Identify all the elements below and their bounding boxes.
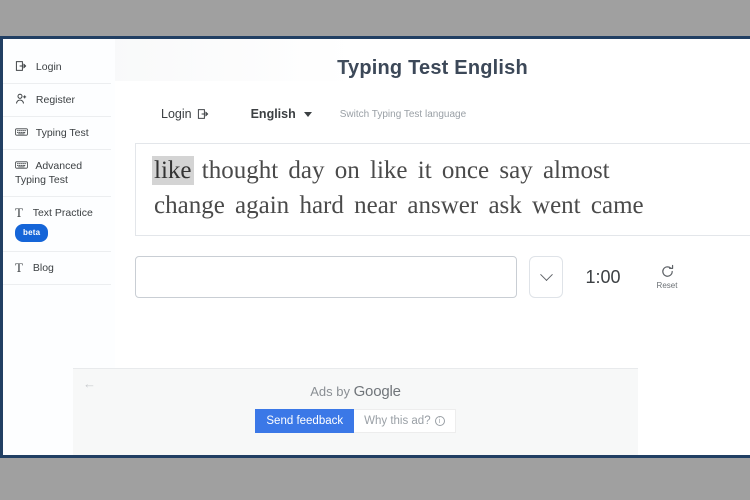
- reset-button-label: Reset: [656, 281, 678, 290]
- word: thought: [201, 157, 279, 184]
- ads-attribution-prefix: Ads by: [310, 384, 354, 399]
- sidebar-item-advanced-typing-test[interactable]: Advanced Typing Test: [3, 150, 111, 197]
- word: day: [288, 157, 325, 184]
- word: almost: [542, 157, 610, 184]
- person-plus-icon: [15, 93, 28, 105]
- sidebar-item-typing-test[interactable]: Typing Test: [3, 117, 111, 150]
- toolbar: Login English Switch Typing Test languag…: [115, 99, 750, 129]
- sidebar-item-label: Login: [35, 61, 62, 73]
- sidebar-item-blog[interactable]: T Blog: [3, 252, 111, 285]
- login-button[interactable]: Login: [151, 103, 229, 125]
- ad-back-arrow-icon[interactable]: ←: [83, 377, 96, 390]
- text-t-icon: T: [15, 260, 23, 275]
- text-t-icon: T: [15, 205, 23, 220]
- switch-language-hint: Switch Typing Test language: [339, 108, 467, 120]
- box-arrow-in-right-icon: [197, 108, 210, 120]
- word: ask: [488, 192, 522, 219]
- app-frame: Login Register Typing Test Advanced Typi…: [0, 36, 750, 458]
- box-arrow-in-right-icon: [15, 60, 28, 72]
- chevron-down-icon: [303, 111, 312, 117]
- word: answer: [407, 192, 479, 219]
- login-button-label: Login: [161, 107, 192, 121]
- sidebar-item-label: Blog: [32, 262, 54, 274]
- word-display-box[interactable]: like thought day on like it once say alm…: [135, 143, 750, 236]
- current-word: like: [152, 156, 194, 185]
- word: near: [354, 192, 398, 219]
- word: once: [441, 157, 490, 184]
- word: say: [499, 157, 533, 184]
- page-title: Typing Test English: [337, 57, 528, 79]
- word: came: [590, 192, 644, 219]
- sidebar-item-login[interactable]: Login: [3, 51, 111, 84]
- chevron-down-icon: [539, 267, 553, 281]
- word-line: change again hard near answer ask went c…: [152, 188, 735, 223]
- ad-buttons: Send feedback Why this ad? i: [73, 409, 638, 433]
- word-line: like thought day on like it once say alm…: [152, 153, 735, 188]
- word: hard: [299, 192, 344, 219]
- why-this-ad-button[interactable]: Why this ad? i: [354, 409, 456, 433]
- input-row: 1:00 Reset: [135, 256, 750, 298]
- language-dropdown[interactable]: English: [229, 103, 322, 125]
- typing-input[interactable]: [135, 256, 517, 298]
- ads-attribution: Ads by Google: [73, 369, 638, 400]
- word: like: [370, 157, 408, 184]
- sidebar-item-label: Text Practice: [32, 207, 93, 219]
- refresh-icon: [647, 264, 687, 279]
- word: on: [334, 157, 360, 184]
- status-badge: beta: [15, 224, 49, 242]
- sidebar-item-label: Typing Test: [35, 127, 89, 139]
- keyboard-icon: [15, 126, 28, 138]
- word: again: [235, 192, 290, 219]
- sidebar-item-text-practice[interactable]: T Text Practice beta: [3, 197, 111, 252]
- ads-attribution-brand: Google: [353, 383, 401, 400]
- send-feedback-button[interactable]: Send feedback: [255, 409, 355, 433]
- language-dropdown-label: English: [250, 107, 296, 121]
- word: went: [532, 192, 581, 219]
- keyboard-icon: [15, 159, 28, 171]
- timer-display: 1:00: [585, 266, 621, 287]
- ads-panel: ← Ads by Google Send feedback Why this a…: [73, 368, 638, 455]
- word: it: [417, 157, 432, 184]
- sidebar-item-register[interactable]: Register: [3, 84, 111, 117]
- word: change: [154, 192, 225, 219]
- reset-button[interactable]: Reset: [647, 264, 687, 290]
- why-this-ad-label: Why this ad?: [364, 415, 431, 427]
- sidebar-item-label: Register: [35, 94, 76, 106]
- duration-dropdown-button[interactable]: [529, 256, 563, 298]
- info-circle-icon: i: [434, 416, 445, 426]
